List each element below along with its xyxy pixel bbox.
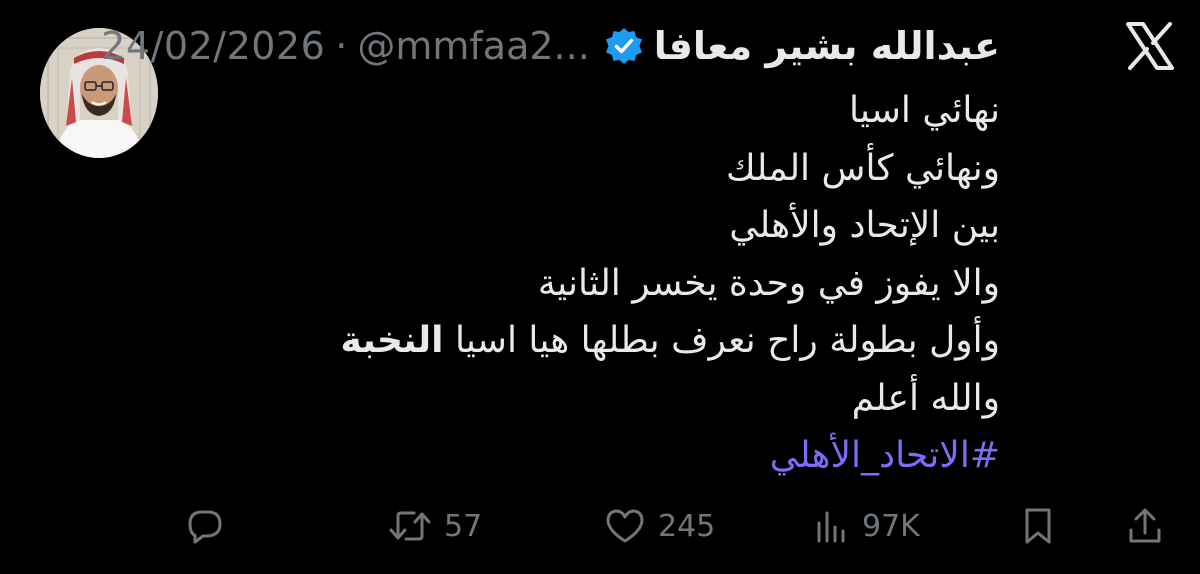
like-icon bbox=[604, 507, 646, 545]
bookmark-icon bbox=[1022, 506, 1054, 546]
tweet-line-bold-word: النخبة bbox=[340, 320, 444, 361]
views-button[interactable]: 97K bbox=[814, 498, 920, 554]
tweet-line: ونهائي كأس الملك bbox=[726, 147, 1000, 189]
display-name[interactable]: عبدالله بشير معافا bbox=[654, 24, 1000, 68]
hashtag-link[interactable]: #الاتحاد_الأهلي bbox=[240, 427, 1000, 485]
share-button[interactable] bbox=[1126, 498, 1164, 554]
views-count: 97K bbox=[862, 508, 920, 544]
tweet-line: بين الإتحاد والأهلي bbox=[729, 205, 1000, 246]
tweet-line: والا يفوز في وحدة يخسر الثانية bbox=[537, 262, 1000, 304]
retweet-button[interactable]: 57 bbox=[388, 498, 482, 554]
tweet-date[interactable]: 24/02/2026 bbox=[101, 24, 325, 68]
reply-icon bbox=[186, 507, 224, 545]
tweet-line: نهائي اسيا bbox=[848, 90, 1000, 131]
user-handle[interactable]: @mmfaa2... bbox=[357, 24, 589, 68]
tweet-line-text: وأول بطولة راح نعرف بطلها هيا اسيا bbox=[454, 320, 1000, 361]
like-button[interactable]: 245 bbox=[604, 498, 715, 554]
reply-button[interactable] bbox=[186, 498, 224, 554]
tweet-line: وأول بطولة راح نعرف بطلها هيا اسيا النخب… bbox=[240, 312, 1000, 370]
retweet-icon bbox=[388, 507, 432, 545]
bookmark-button[interactable] bbox=[1022, 498, 1054, 554]
x-logo-icon[interactable] bbox=[1124, 20, 1176, 72]
tweet-header: 24/02/2026 · @mmfaa2... عبدالله بشير معا… bbox=[101, 18, 1000, 74]
header-separator: · bbox=[335, 24, 348, 68]
tweet-line: والله أعلم bbox=[851, 377, 1000, 419]
tweet-card: 24/02/2026 · @mmfaa2... عبدالله بشير معا… bbox=[0, 0, 1200, 574]
verified-badge-icon bbox=[604, 26, 644, 66]
share-icon bbox=[1126, 506, 1164, 546]
views-icon bbox=[814, 507, 850, 545]
like-count: 245 bbox=[658, 508, 716, 544]
retweet-count: 57 bbox=[444, 508, 483, 544]
tweet-text: نهائي اسيا ونهائي كأس الملك بين الإتحاد … bbox=[240, 82, 1000, 485]
action-bar: 57 245 97K bbox=[0, 498, 1200, 554]
